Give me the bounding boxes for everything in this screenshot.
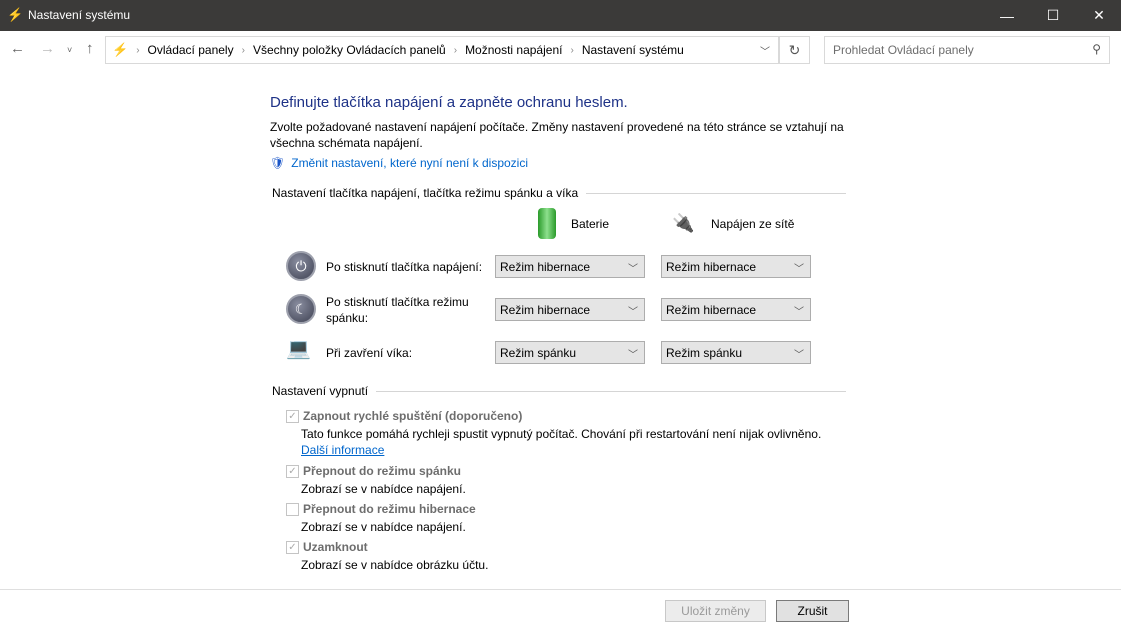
battery-icon [538,208,556,239]
sleep-button-icon: ☾ [286,294,316,324]
breadcrumb-item[interactable]: Nastavení systému [582,43,684,57]
power-button-icon: ⏻ [286,251,316,281]
group-label: Nastavení vypnutí [272,384,369,398]
power-options-icon: ⚡ [7,7,24,22]
option-description: Tato funkce pomáhá rychleji spustit vypn… [301,427,822,441]
breadcrumb-item[interactable]: Ovládací panely [148,43,234,57]
select-value: Režim hibernace [500,260,591,274]
select-value: Režim hibernace [500,303,591,317]
shutdown-group-header: Nastavení vypnutí [272,384,846,398]
cancel-button[interactable]: Zrušit [776,600,849,622]
chevron-down-icon[interactable]: ﹀ [760,43,770,58]
breadcrumb-item[interactable]: Všechny položky Ovládacích panelů [253,43,446,57]
change-settings-link[interactable]: 🛡 Změnit nastavení, které nyní není k di… [270,155,528,171]
search-placeholder: Prohledat Ovládací panely [833,43,974,57]
up-icon[interactable]: ↑ [86,40,94,57]
plug-icon: 🔌 [672,213,695,233]
select-value: Režim hibernace [666,260,757,274]
refresh-button[interactable]: ↻ [779,36,810,64]
row-label: Při zavření víka: [326,346,413,360]
sleep-button-ac-select[interactable]: Režim hibernace ﹀ [661,298,811,321]
row-label: Po stisknutí tlačítka napájení: [326,260,483,274]
lock-checkbox[interactable]: ✓ [286,540,299,554]
chevron-down-icon: ﹀ [628,350,638,361]
title-bar: ⚡ Nastavení systému — ☐ ✕ [0,0,1121,31]
recent-chevron-icon[interactable]: ˅ [67,45,72,55]
hibernate-checkbox[interactable] [286,502,299,516]
option-description: Zobrazí se v nabídce napájení. [301,520,466,534]
buttons-group-header: Nastavení tlačítka napájení, tlačítka re… [272,186,846,200]
option-label: Uzamknout [303,540,368,554]
close-button[interactable]: ✕ [1076,0,1121,31]
option-label: Zapnout rychlé spuštění (doporučeno) [303,409,523,423]
change-settings-link-text[interactable]: Změnit nastavení, které nyní není k disp… [291,155,528,171]
lid-close-battery-select[interactable]: Režim spánku ﹀ [495,341,645,364]
back-icon[interactable]: ← [10,40,25,57]
option-description: Zobrazí se v nabídce napájení. [301,482,466,496]
select-value: Režim hibernace [666,303,757,317]
sleep-option[interactable]: ✓ Přepnout do režimu spánku [286,463,846,479]
save-button[interactable]: Uložit změny [665,600,766,622]
power-button-battery-select[interactable]: Režim hibernace ﹀ [495,255,645,278]
more-info-link[interactable]: Další informace [301,442,846,458]
window-title: Nastavení systému [28,8,131,22]
laptop-lid-icon: 💻 [286,338,311,360]
minimize-button[interactable]: — [984,0,1030,31]
sleep-button-battery-select[interactable]: Režim hibernace ﹀ [495,298,645,321]
power-button-ac-select[interactable]: Režim hibernace ﹀ [661,255,811,278]
shutdown-options: ✓ Zapnout rychlé spuštění (doporučeno) Ta… [286,408,846,573]
select-value: Režim spánku [500,346,577,360]
lock-option[interactable]: ✓ Uzamknout [286,539,846,555]
group-label: Nastavení tlačítka napájení, tlačítka re… [272,186,579,200]
search-icon[interactable]: ⚲ [1092,42,1101,56]
address-bar[interactable]: ⚡ › Ovládací panely › Všechny položky Ov… [105,36,779,64]
lid-close-ac-select[interactable]: Režim spánku ﹀ [661,341,811,364]
chevron-down-icon: ﹀ [628,264,638,275]
chevron-right-icon: › [453,44,458,56]
fast-startup-checkbox[interactable]: ✓ [286,409,299,423]
chevron-down-icon: ﹀ [794,307,804,318]
search-input[interactable]: Prohledat Ovládací panely ⚲ [824,36,1110,64]
option-label: Přepnout do režimu spánku [303,464,462,478]
forward-icon[interactable]: → [40,40,55,57]
ac-column-label: Napájen ze sítě [711,217,795,231]
chevron-down-icon: ﹀ [628,307,638,318]
chevron-down-icon: ﹀ [794,350,804,361]
breadcrumb-item[interactable]: Možnosti napájení [465,43,562,57]
option-description: Zobrazí se v nabídce obrázku účtu. [301,558,489,572]
fast-startup-option[interactable]: ✓ Zapnout rychlé spuštění (doporučeno) [286,408,846,424]
chevron-right-icon: › [136,44,140,56]
option-label: Přepnout do režimu hibernace [303,502,476,516]
hibernate-option[interactable]: Přepnout do režimu hibernace [286,501,846,517]
select-value: Režim spánku [666,346,743,360]
intro-text: Zvolte požadované nastavení napájení poč… [270,120,844,150]
row-label: Po stisknutí tlačítka režimu spánku: [326,295,469,325]
uac-shield-icon: 🛡 [270,156,286,170]
maximize-button[interactable]: ☐ [1030,0,1076,31]
chevron-down-icon: ﹀ [794,264,804,275]
chevron-right-icon: › [570,44,574,56]
power-options-icon: ⚡ [112,42,129,57]
chevron-right-icon: › [241,44,245,56]
footer-divider [0,589,1121,590]
sleep-checkbox[interactable]: ✓ [286,464,299,478]
page-title: Definujte tlačítka napájení a zapněte oc… [270,94,628,111]
battery-column-label: Baterie [571,217,610,231]
